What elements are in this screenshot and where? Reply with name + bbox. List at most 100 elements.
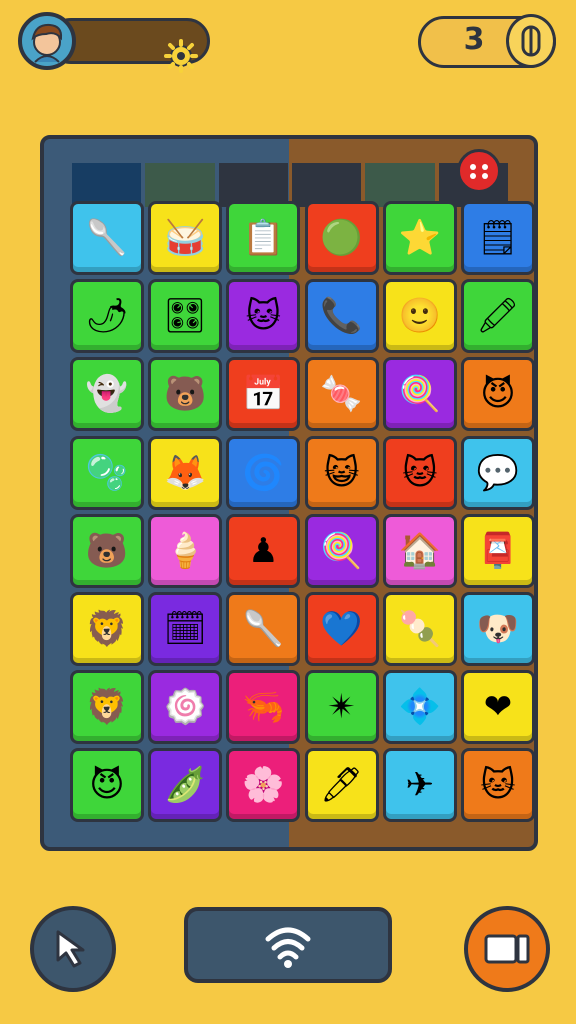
game-tile[interactable]: 🗒 (461, 201, 534, 275)
tile-icon: 🎛 (163, 296, 207, 337)
tile-icon: 🐱 (480, 765, 516, 806)
stop-icon (484, 934, 530, 964)
game-tile[interactable]: 🦊 (148, 435, 223, 510)
tile-icon: 🐱 (402, 452, 438, 493)
game-tile[interactable]: ♟ (226, 513, 301, 588)
tile-icon: 💙 (320, 609, 363, 649)
player-panel[interactable] (18, 12, 210, 73)
game-tile[interactable]: 🟢 (304, 201, 379, 275)
tile-icon: 🍬 (320, 374, 363, 415)
tile-icon: 🦁 (85, 687, 129, 728)
game-tile[interactable]: 🍭 (304, 513, 379, 588)
tile-icon: 🦊 (164, 452, 207, 493)
top-hud: 3 (0, 0, 576, 90)
game-tile[interactable]: 👻 (70, 357, 144, 432)
game-tile[interactable]: 😈 (70, 748, 144, 823)
game-tile[interactable]: 📞 (304, 279, 379, 354)
tile-icon: 🙂 (398, 296, 441, 337)
tile-icon: 🐻 (164, 374, 207, 415)
gear-icon[interactable] (164, 39, 198, 77)
game-tile[interactable]: ✴ (304, 670, 379, 745)
tile-grid: 🥄 🥁 📋 🟢 ⭐ 🗒 🌶 🎛 🐱 📞 🙂 🖍 👻 🐻 📅 🍬 🍭 😈 🫧 🦊 🌀 😺 🐱 💬 🐻 🍦 ♟ 🍭 🏠 📮 🦁 🗓 🥄 💙 🍡 🐶 🦁 🍥 🦐 ✴… (70, 201, 534, 829)
game-tile[interactable]: 🐻 (148, 357, 223, 432)
tile-icon: ✈ (405, 765, 435, 806)
game-tile[interactable]: 😈 (461, 357, 534, 432)
game-tile[interactable]: 🍬 (304, 357, 379, 432)
tile-icon: 🐻 (85, 530, 129, 571)
game-tile[interactable]: 🗓 (148, 592, 223, 666)
game-tile[interactable]: 🫛 (148, 748, 223, 823)
tile-icon: 👻 (85, 374, 129, 415)
tile-icon: 🏠 (398, 530, 441, 571)
game-tile[interactable]: 📅 (226, 357, 301, 432)
tile-icon: ⭐ (398, 218, 441, 258)
tile-icon: ✴ (327, 687, 356, 728)
game-tile[interactable]: 🐱 (461, 748, 534, 823)
tile-icon: 🗒 (476, 218, 520, 258)
game-tile[interactable]: 💬 (461, 435, 534, 510)
game-tile[interactable]: 🌸 (226, 748, 301, 823)
game-tile[interactable]: 🍥 (148, 670, 223, 745)
tile-icon: 🖍 (476, 296, 520, 337)
coin-count: 3 (463, 22, 485, 57)
game-tile[interactable]: 🥄 (70, 201, 144, 275)
tile-icon: ♟ (248, 530, 279, 571)
tile-icon: 🌶 (85, 296, 129, 337)
game-tile[interactable]: 🏠 (382, 513, 457, 588)
tile-icon: 🐶 (476, 609, 520, 649)
signal-button[interactable] (184, 907, 392, 983)
game-tile[interactable]: 🙂 (382, 279, 457, 354)
tile-icon: 🐱 (245, 296, 282, 337)
tile-icon: ❤ (483, 687, 513, 728)
game-tile[interactable]: 🥄 (226, 592, 301, 666)
game-board: 🥄 🥁 📋 🟢 ⭐ 🗒 🌶 🎛 🐱 📞 🙂 🖍 👻 🐻 📅 🍬 🍭 😈 🫧 🦊 🌀 😺 🐱 💬 🐻 🍦 ♟ 🍭 🏠 📮 🦁 🗓 🥄 💙 🍡 🐶 🦁 🍥 🦐 ✴… (40, 135, 538, 851)
game-tile[interactable]: 🦁 (70, 592, 144, 666)
game-tile[interactable]: ⭐ (382, 201, 457, 275)
coin-icon[interactable] (506, 14, 556, 68)
game-tile[interactable]: 🐱 (382, 435, 457, 510)
game-tile[interactable]: 🦁 (70, 670, 144, 745)
game-tile[interactable]: ❤ (461, 670, 534, 745)
game-tile[interactable]: 🌀 (226, 435, 301, 510)
cursor-icon (56, 930, 85, 968)
tile-icon: 🦐 (242, 687, 285, 728)
game-tile[interactable]: 🍡 (382, 592, 457, 666)
tile-icon: 🍭 (320, 530, 363, 571)
game-tile[interactable]: 😺 (304, 435, 379, 510)
game-tile[interactable]: 📋 (226, 201, 301, 275)
game-tile[interactable]: 🍦 (148, 513, 223, 588)
game-tile[interactable]: 🌶 (70, 279, 144, 354)
game-tile[interactable]: 🖍 (461, 279, 534, 354)
game-tile[interactable]: 🍭 (382, 357, 457, 432)
game-tile[interactable]: ✈ (382, 748, 457, 823)
game-tile[interactable]: 🐻 (70, 513, 144, 588)
avatar-icon[interactable] (18, 12, 76, 70)
tile-icon: 😈 (480, 374, 516, 415)
tile-icon: 🍡 (398, 609, 441, 649)
tile-icon: 💬 (476, 452, 520, 493)
signal-icon (265, 927, 311, 968)
game-tile[interactable]: 🦐 (226, 670, 301, 745)
game-tile[interactable]: 💠 (382, 670, 457, 745)
stop-button[interactable] (464, 906, 550, 992)
tile-icon: 🦁 (85, 609, 129, 649)
tile-icon: 😺 (323, 452, 360, 493)
cursor-button[interactable] (30, 906, 116, 992)
tile-icon: 🌀 (242, 452, 285, 493)
close-icon[interactable] (457, 149, 501, 193)
tile-icon: 📋 (242, 218, 285, 258)
tile-icon: 📅 (242, 374, 285, 415)
game-tile[interactable]: 🐱 (226, 279, 301, 354)
game-tile[interactable]: 📮 (461, 513, 534, 588)
game-tile[interactable]: 🎛 (148, 279, 223, 354)
game-tile[interactable]: 🫧 (70, 435, 144, 510)
game-tile[interactable]: 🖊 (304, 748, 379, 823)
game-tile[interactable]: 🥁 (148, 201, 223, 275)
tile-icon: 😈 (89, 765, 125, 806)
tile-icon: 🗓 (163, 609, 207, 649)
tile-icon: 🖊 (320, 765, 364, 806)
game-tile[interactable]: 🐶 (461, 592, 534, 666)
tile-icon: 🟢 (320, 218, 363, 258)
tile-icon: 📞 (320, 296, 363, 337)
game-tile[interactable]: 💙 (304, 592, 379, 666)
